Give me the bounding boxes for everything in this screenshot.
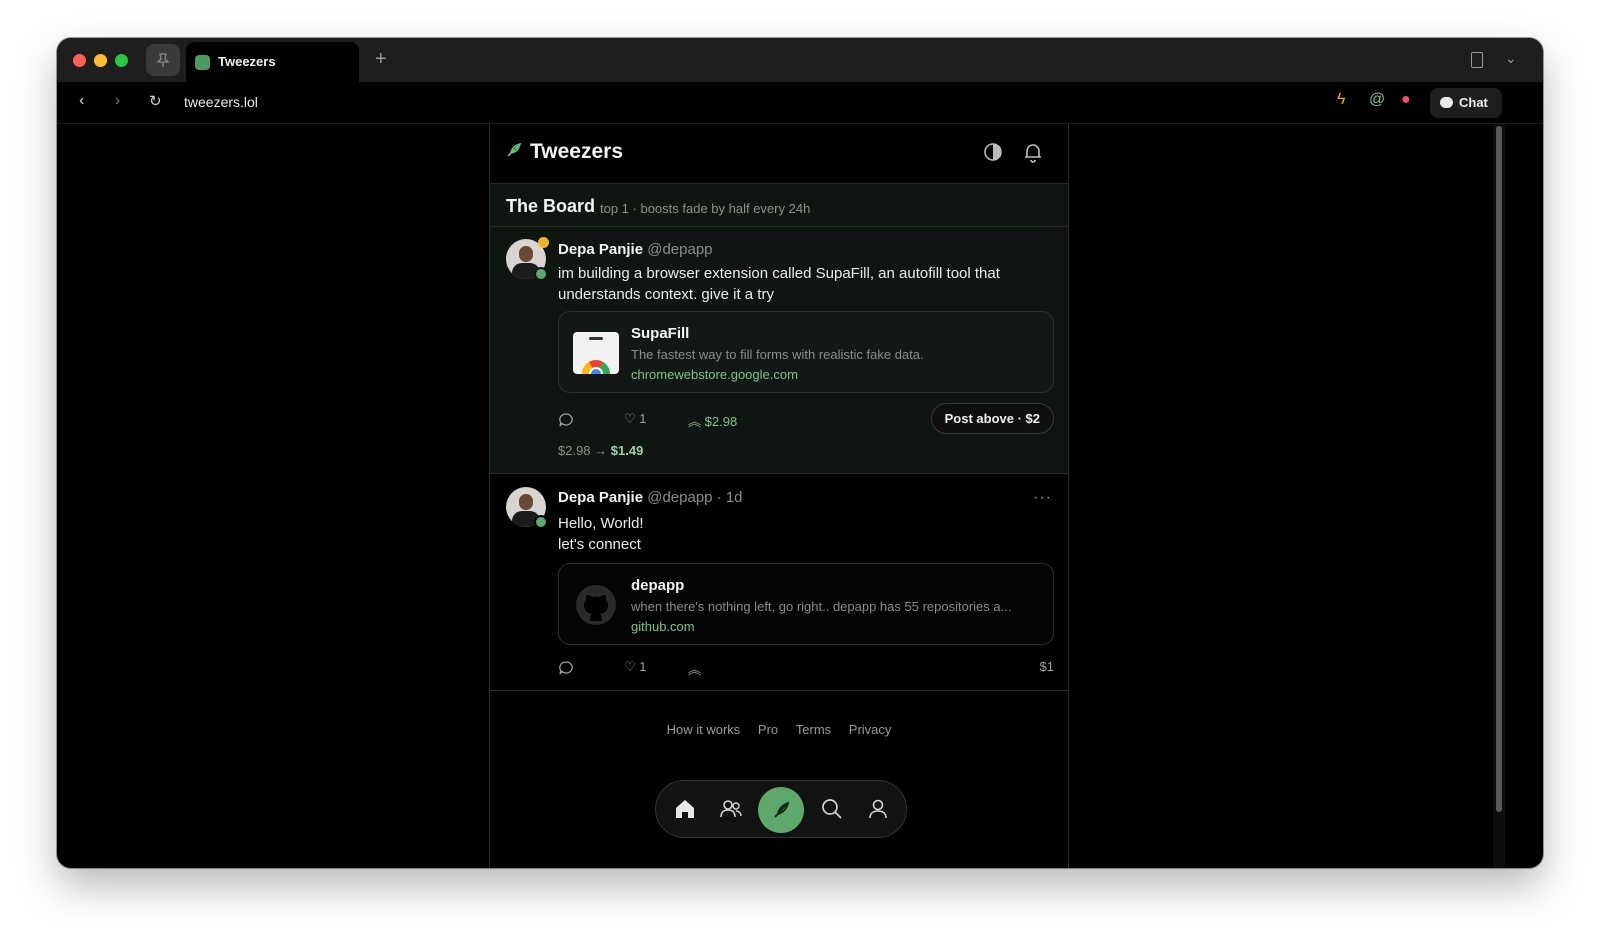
card-domain[interactable]: github.com <box>631 619 695 634</box>
github-logo-icon <box>576 585 616 625</box>
boost-chevrons-icon: ︽ <box>688 414 702 429</box>
maximize-window-button[interactable] <box>115 54 128 67</box>
tab-title: Tweezers <box>218 54 276 69</box>
compose-icon <box>774 801 790 818</box>
post-price: $1 <box>1039 659 1054 674</box>
app-header: Tweezers <box>490 124 1068 184</box>
footer-link-how-it-works[interactable]: How it works <box>667 722 741 737</box>
post-text: im building a browser extension called S… <box>558 265 1000 303</box>
minimize-window-button[interactable] <box>94 54 107 67</box>
more-options-icon[interactable]: ··· <box>1033 489 1052 507</box>
boost-chevrons-icon[interactable]: ︽ <box>688 659 701 678</box>
reply-icon[interactable] <box>558 412 574 428</box>
people-icon[interactable] <box>718 796 744 822</box>
reply-icon[interactable] <box>558 660 574 676</box>
back-icon[interactable]: ‹ <box>79 92 84 110</box>
feed-column: Tweezers The Board top 1 · boosts fade b… <box>489 124 1069 868</box>
address-field[interactable]: tweezers.lol <box>184 94 258 110</box>
link-preview-card[interactable]: SupaFill The fastest way to fill forms w… <box>558 311 1054 393</box>
verified-check-icon <box>534 515 548 529</box>
link-preview-card[interactable]: depapp when there's nothing left, go rig… <box>558 563 1054 645</box>
search-icon[interactable] <box>819 796 845 822</box>
at-extension-icon[interactable]: @ <box>1369 91 1385 109</box>
profile-icon[interactable] <box>865 796 891 822</box>
boost-decay: $2.98 → $1.49 <box>558 443 644 458</box>
like-button[interactable]: ♡ 1 <box>624 411 647 427</box>
post-author[interactable]: Depa Panjie @depapp <box>558 241 713 258</box>
forward-icon[interactable]: › <box>115 92 120 110</box>
theme-toggle-icon[interactable] <box>982 141 1004 163</box>
footer-link-pro[interactable]: Pro <box>758 722 778 737</box>
compose-button[interactable] <box>758 787 804 833</box>
sidebar-toggle-icon[interactable] <box>1471 52 1483 68</box>
pin-tab-button[interactable] <box>146 44 180 76</box>
feed-post[interactable]: Depa Panjie @depapp · 1d ··· Hello, Worl… <box>490 475 1068 691</box>
url-bar: ‹ › ↻ tweezers.lol ϟ @ ● Chat <box>57 82 1543 124</box>
app-brand[interactable]: Tweezers <box>530 140 623 164</box>
board-title: The Board <box>506 196 596 216</box>
browser-window: Tweezers + ⌄ ‹ › ↻ tweezers.lol ϟ @ ● Ch… <box>57 38 1543 868</box>
tab-bar: Tweezers + ⌄ <box>57 38 1543 82</box>
post-above-button[interactable]: Post above · $2 <box>930 403 1054 434</box>
post-author[interactable]: Depa Panjie @depapp · 1d <box>558 489 743 506</box>
post-actions: ♡ 1 ︽ $2.98 Post above · $2 <box>558 403 1054 434</box>
boost-button[interactable]: ︽ $2.98 <box>688 411 737 430</box>
card-title: SupaFill <box>631 325 690 342</box>
like-button[interactable]: ♡ 1 <box>624 659 647 675</box>
chat-bubble-icon <box>1440 97 1453 108</box>
tab-tweezers[interactable]: Tweezers <box>186 42 359 82</box>
bell-extension-icon[interactable]: ● <box>1401 91 1411 109</box>
close-window-button[interactable] <box>73 54 86 67</box>
medal-icon <box>538 237 549 248</box>
chat-button[interactable]: Chat <box>1430 88 1502 118</box>
scrollbar-thumb[interactable] <box>1496 126 1502 812</box>
tweezers-favicon-icon <box>195 55 210 70</box>
board-section: The Board top 1 · boosts fade by half ev… <box>490 184 1068 474</box>
board-header: The Board top 1 · boosts fade by half ev… <box>490 184 1068 227</box>
board-post[interactable]: Depa Panjie @depapp im building a browse… <box>490 227 1068 474</box>
chat-label: Chat <box>1459 95 1488 110</box>
card-title: depapp <box>631 577 685 594</box>
post-actions: ♡ 1 ︽ $1 <box>558 657 1054 679</box>
card-domain[interactable]: chromewebstore.google.com <box>631 367 798 382</box>
home-icon[interactable] <box>672 796 698 822</box>
bottom-nav-dock <box>655 780 907 838</box>
card-description: when there's nothing left, go right.. de… <box>631 599 1012 614</box>
chevron-down-icon[interactable]: ⌄ <box>1505 50 1517 67</box>
verified-check-icon <box>534 267 548 281</box>
notifications-bell-icon[interactable] <box>1022 141 1044 163</box>
footer-links: How it works Pro Terms Privacy <box>490 722 1068 737</box>
board-subtitle: top 1 · boosts fade by half every 24h <box>600 201 811 216</box>
card-description: The fastest way to fill forms with reali… <box>631 347 924 362</box>
footer-link-privacy[interactable]: Privacy <box>849 722 892 737</box>
reload-icon[interactable]: ↻ <box>149 92 162 110</box>
pin-icon <box>156 53 170 67</box>
bolt-extension-icon[interactable]: ϟ <box>1337 91 1345 109</box>
chrome-web-store-icon <box>573 332 619 374</box>
new-tab-button[interactable]: + <box>375 48 387 71</box>
post-text: Hello, World! let's connect <box>558 515 644 553</box>
footer-link-terms[interactable]: Terms <box>796 722 831 737</box>
feather-logo-icon <box>507 142 522 157</box>
